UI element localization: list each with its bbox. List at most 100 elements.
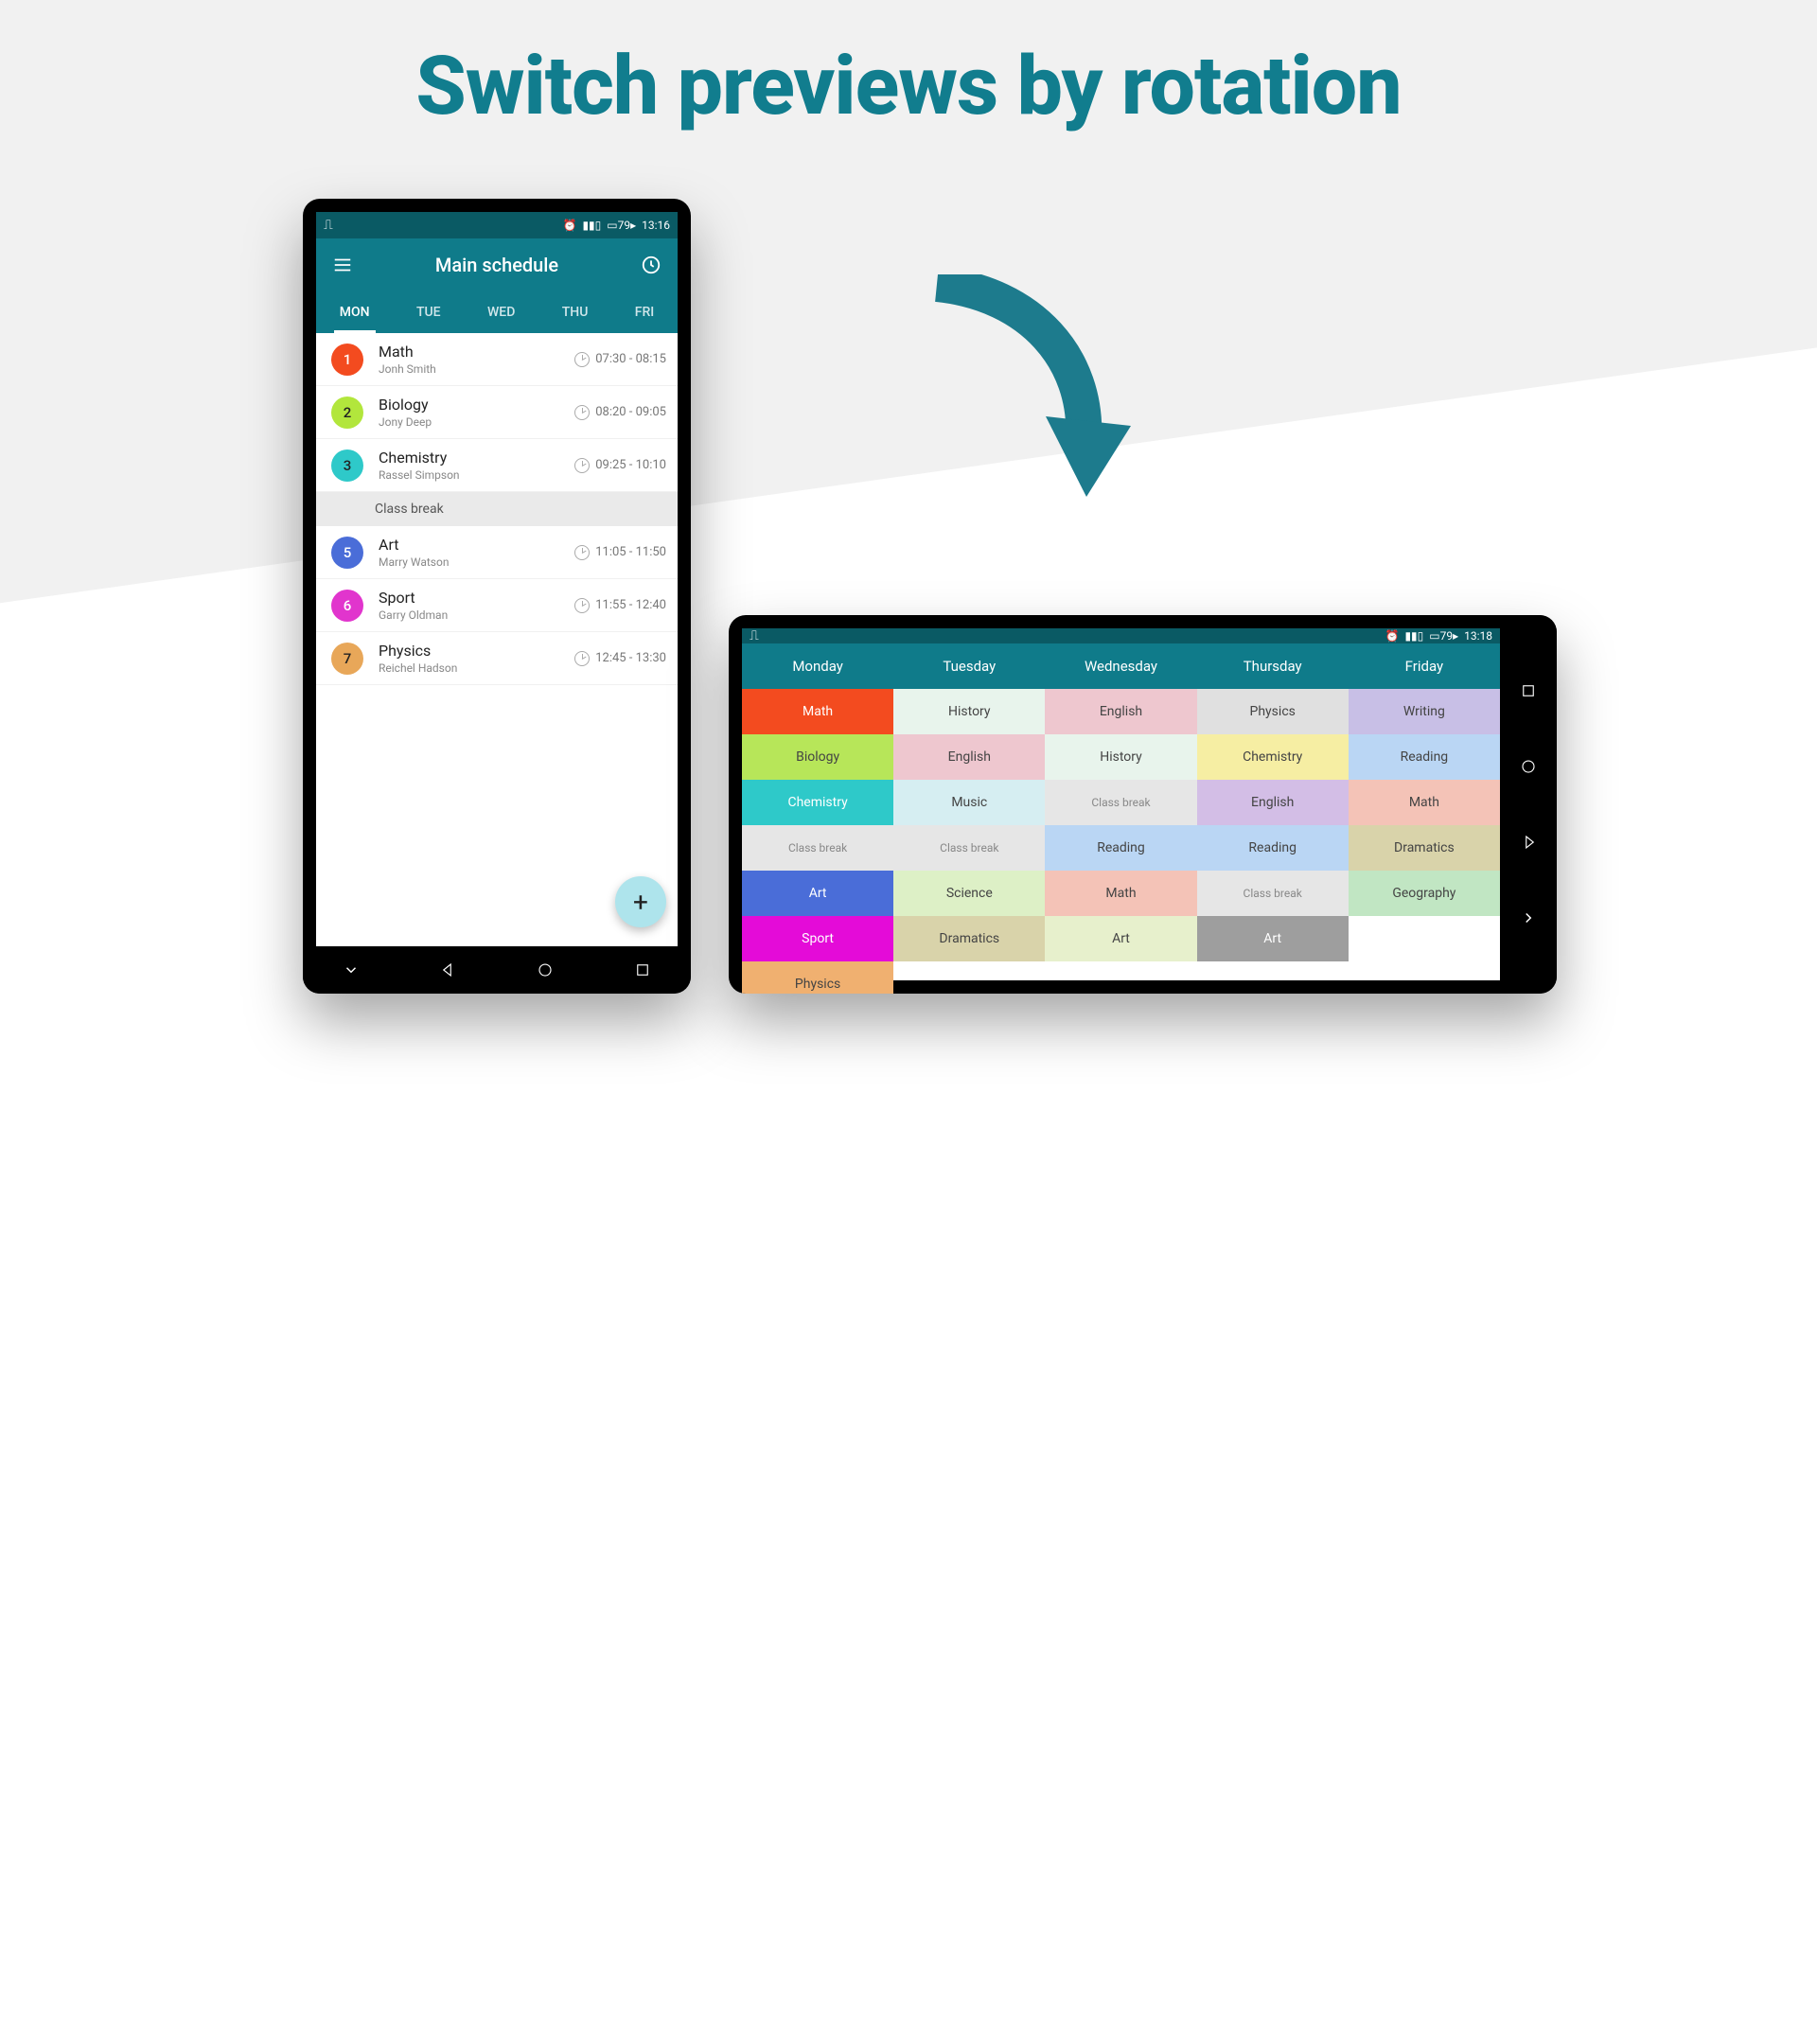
clock-icon: [574, 458, 590, 473]
schedule-row[interactable]: 5ArtMarry Watson11:05 - 11:50: [316, 526, 678, 579]
schedule-list[interactable]: 1MathJonh Smith07:30 - 08:152BiologyJony…: [316, 333, 678, 946]
clock-icon: [574, 405, 590, 420]
status-bar: ⎍ ⏰ ▮▮▯ ▭79▸ 13:16: [316, 212, 678, 238]
period-badge: 6: [331, 590, 363, 622]
time-label: 12:45 - 13:30: [574, 651, 666, 666]
rotation-arrow-icon: [918, 274, 1173, 502]
tab-fri[interactable]: FRI: [629, 291, 661, 333]
schedule-row[interactable]: 2BiologyJony Deep08:20 - 09:05: [316, 386, 678, 439]
subject-cell[interactable]: Math: [1349, 780, 1500, 825]
subject-cell[interactable]: History: [893, 689, 1045, 734]
subject-cell[interactable]: English: [893, 734, 1045, 780]
clock-icon[interactable]: [640, 254, 662, 276]
schedule-row[interactable]: 6 SportGarry Oldman11:55 - 12:40: [316, 579, 678, 632]
signal-icon: ▮▮▯: [1404, 629, 1423, 643]
break-cell: Class break: [742, 825, 893, 871]
subject-cell[interactable]: English: [1045, 689, 1196, 734]
subject-cell[interactable]: Chemistry: [742, 780, 893, 825]
subject-label: Chemistry: [379, 449, 574, 467]
subject-cell[interactable]: Chemistry: [1197, 734, 1349, 780]
subject-cell[interactable]: Writing: [1349, 689, 1500, 734]
subject-cell: [1349, 961, 1500, 994]
teacher-label: Marry Watson: [379, 555, 574, 569]
recents-icon[interactable]: [634, 961, 651, 978]
menu-icon[interactable]: [331, 254, 354, 276]
signal-icon: ▮▮▯: [582, 219, 601, 232]
status-time: 13:18: [1464, 629, 1492, 643]
subject-cell[interactable]: Dramatics: [893, 916, 1045, 961]
status-bar: ⎍ ⏰ ▮▮▯ ▭79▸ 13:18: [742, 628, 1500, 643]
battery-icon: ▭79▸: [1429, 629, 1458, 643]
portrait-device-frame: ⎍ ⏰ ▮▮▯ ▭79▸ 13:16 Main schedule MON TUE W…: [303, 199, 691, 994]
period-badge: 1: [331, 344, 363, 376]
recents-icon[interactable]: [1520, 682, 1537, 699]
alarm-icon: ⏰: [562, 219, 576, 232]
status-time: 13:16: [642, 219, 670, 232]
subject-cell[interactable]: Math: [742, 689, 893, 734]
subject-cell[interactable]: Physics: [1197, 689, 1349, 734]
week-grid[interactable]: MondayTuesdayWednesdayThursdayFridayMath…: [742, 643, 1500, 994]
back-icon[interactable]: [440, 961, 457, 978]
back-icon[interactable]: [1520, 834, 1537, 851]
subject-cell: [893, 961, 1045, 994]
clock-icon: [574, 651, 590, 666]
subject-cell[interactable]: Music: [893, 780, 1045, 825]
tab-tue[interactable]: TUE: [411, 291, 447, 333]
schedule-row[interactable]: 3 ChemistryRassel Simpson09:25 - 10:10: [316, 439, 678, 492]
subject-cell: [1197, 961, 1349, 994]
subject-cell[interactable]: Reading: [1349, 734, 1500, 780]
home-icon[interactable]: [1520, 758, 1537, 775]
subject-cell[interactable]: Biology: [742, 734, 893, 780]
time-label: 09:25 - 10:10: [574, 458, 666, 473]
add-fab[interactable]: +: [615, 876, 666, 927]
period-badge: 7: [331, 643, 363, 675]
subject-cell[interactable]: Geography: [1349, 871, 1500, 916]
subject-cell[interactable]: Art: [1197, 916, 1349, 961]
column-header: Tuesday: [893, 643, 1045, 689]
time-label: 11:55 - 12:40: [574, 598, 666, 613]
subject-label: Art: [379, 536, 574, 554]
subject-cell[interactable]: Math: [1045, 871, 1196, 916]
home-icon[interactable]: [537, 961, 554, 978]
subject-cell: [1045, 961, 1196, 994]
teacher-label: Garry Oldman: [379, 608, 574, 622]
subject-label: Physics: [379, 642, 574, 660]
subject-cell[interactable]: Art: [1045, 916, 1196, 961]
subject-label: Biology: [379, 396, 574, 414]
time-label: 08:20 - 09:05: [574, 405, 666, 420]
clock-icon: [574, 545, 590, 560]
period-badge: 5: [331, 537, 363, 569]
teacher-label: Jony Deep: [379, 415, 574, 429]
subject-cell[interactable]: Dramatics: [1349, 825, 1500, 871]
page-headline: Switch previews by rotation: [0, 38, 1817, 133]
subject-cell[interactable]: Reading: [1045, 825, 1196, 871]
day-tabs: MON TUE WED THU FRI: [316, 291, 678, 333]
teacher-label: Rassel Simpson: [379, 468, 574, 482]
battery-icon: ▭79▸: [607, 219, 636, 232]
tab-thu[interactable]: THU: [556, 291, 594, 333]
chevron-down-icon[interactable]: [343, 961, 360, 978]
teacher-label: Jonh Smith: [379, 362, 574, 376]
subject-cell[interactable]: Reading: [1197, 825, 1349, 871]
tab-mon[interactable]: MON: [334, 291, 376, 333]
chevron-right-icon[interactable]: [1520, 909, 1537, 926]
subject-cell[interactable]: Science: [893, 871, 1045, 916]
subject-cell[interactable]: Art: [742, 871, 893, 916]
subject-cell[interactable]: Sport: [742, 916, 893, 961]
column-header: Monday: [742, 643, 893, 689]
subject-cell[interactable]: English: [1197, 780, 1349, 825]
alarm-icon: ⏰: [1385, 629, 1399, 643]
tab-wed[interactable]: WED: [482, 291, 520, 333]
subject-cell[interactable]: History: [1045, 734, 1196, 780]
column-header: Friday: [1349, 643, 1500, 689]
schedule-row[interactable]: 7PhysicsReichel Hadson12:45 - 13:30: [316, 632, 678, 685]
subject-label: Sport: [379, 589, 574, 607]
schedule-row[interactable]: 1MathJonh Smith07:30 - 08:15: [316, 333, 678, 386]
column-header: Thursday: [1197, 643, 1349, 689]
break-cell: Class break: [1197, 871, 1349, 916]
subject-label: Math: [379, 343, 574, 361]
clock-icon: [574, 352, 590, 367]
period-badge: 3: [331, 449, 363, 482]
app-bar: Main schedule: [316, 238, 678, 291]
subject-cell[interactable]: Physics: [742, 961, 893, 994]
